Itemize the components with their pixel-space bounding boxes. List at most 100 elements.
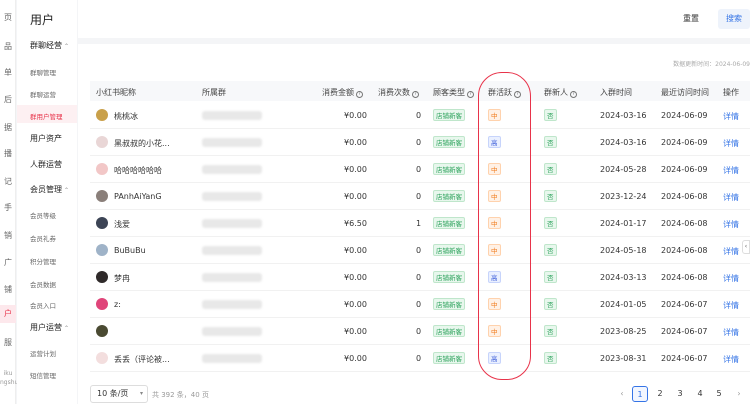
avatar: [96, 109, 108, 121]
rail-item[interactable]: 单: [0, 67, 16, 78]
rail-item[interactable]: 服: [0, 337, 16, 348]
page-button[interactable]: 4: [692, 386, 708, 402]
nickname-cell: 桃桃冰: [114, 112, 138, 121]
rail-footer-text: ngshu: [0, 379, 19, 386]
table-row[interactable]: BuBuBu ¥0.00 0 店铺新客中否 2024-05-18 2024-06-08 详情: [90, 237, 750, 264]
amount-cell: ¥0.00: [344, 354, 367, 363]
sidebar-item-op-plan[interactable]: 运营计划: [30, 348, 56, 358]
customer-type-tag: 店铺新客: [433, 298, 465, 310]
rail-item[interactable]: 品: [0, 41, 16, 52]
prev-page-button[interactable]: ‹: [614, 386, 630, 402]
sidebar-item-chat-operate[interactable]: 群聊运营: [30, 89, 56, 99]
sidebar-group-label: 用户运营: [30, 323, 62, 332]
joined-date-cell: 2023-12-24: [600, 192, 647, 201]
page-button[interactable]: 1: [632, 386, 648, 402]
table-row[interactable]: PAnhAiYanG ¥0.00 0 店铺新客中否 2023-12-24 2024-06-…: [90, 183, 750, 210]
sidebar-group-label: 会员管理: [30, 185, 62, 194]
sidebar-group-label: 群聊经营: [30, 41, 62, 50]
sidebar-group-membership[interactable]: 会员管理 ⌃: [30, 184, 69, 195]
search-button[interactable]: 搜索: [718, 9, 750, 29]
visited-date-cell: 2024-06-08: [661, 192, 708, 201]
detail-link[interactable]: 详情: [723, 246, 739, 257]
detail-link[interactable]: 详情: [723, 219, 739, 230]
count-cell: 0: [416, 246, 422, 255]
rail-item-users[interactable]: 户: [0, 305, 16, 323]
table-row[interactable]: 桃桃冰 ¥0.00 0 店铺新客中否 2024-03-16 2024-06-09 详情: [90, 102, 750, 129]
table-row[interactable]: 黑叔叔的小花... ¥0.00 0 店铺新客高否 2024-03-16 2024-06-0…: [90, 129, 750, 156]
detail-link[interactable]: 详情: [723, 192, 739, 203]
detail-link[interactable]: 详情: [723, 165, 739, 176]
newcomer-tag: 否: [544, 298, 557, 310]
detail-link[interactable]: 详情: [723, 111, 739, 122]
sidebar-item-sms[interactable]: 短信管理: [30, 370, 56, 380]
help-icon[interactable]: ?: [467, 91, 474, 98]
count-cell: 0: [416, 273, 422, 282]
rail-item[interactable]: 后: [0, 94, 16, 105]
column-header-actions: 操作: [723, 88, 739, 97]
nickname-cell: PAnhAiYanG: [114, 192, 162, 201]
group-name-redacted: [202, 300, 262, 309]
detail-link[interactable]: 详情: [723, 138, 739, 149]
customer-type-tag: 店铺新客: [433, 271, 465, 283]
data-updated-time: 数据更新时间：2024-06-09: [673, 61, 750, 68]
total-count: 共 392 条，40 页: [152, 391, 209, 399]
sidebar-item-chat-users[interactable]: 群用户管理: [30, 111, 63, 121]
sidebar-group-chat-ops[interactable]: 群聊经营 ⌃: [30, 40, 69, 51]
amount-cell: ¥0.00: [344, 165, 367, 174]
rail-item[interactable]: 播: [0, 148, 16, 159]
sidebar-item-chat-manage[interactable]: 群聊管理: [30, 67, 56, 77]
table-row[interactable]: z: ¥0.00 0 店铺新客中否 2024-01-05 2024-06-07 详情: [90, 291, 750, 318]
sidebar-group-user-ops[interactable]: 用户运营 ⌃: [30, 322, 69, 333]
detail-link[interactable]: 详情: [723, 354, 739, 365]
joined-date-cell: 2024-03-16: [600, 138, 647, 147]
nickname-cell: BuBuBu: [114, 246, 146, 255]
visited-date-cell: 2024-06-09: [661, 138, 708, 147]
help-icon[interactable]: ?: [412, 91, 419, 98]
page-button[interactable]: 2: [652, 386, 668, 402]
page-size-select[interactable]: 10 条/页 ▾: [90, 385, 148, 403]
sidebar-group-user-assets[interactable]: 用户资产: [30, 133, 62, 144]
rail-item[interactable]: 据: [0, 122, 16, 133]
next-page-button[interactable]: ›: [731, 386, 747, 402]
sidebar-item-points[interactable]: 积分管理: [30, 256, 56, 266]
page-button[interactable]: 5: [711, 386, 727, 402]
help-icon[interactable]: ?: [356, 91, 363, 98]
nickname-cell: 哈哈哈哈哈哈: [114, 166, 162, 175]
group-name-redacted: [202, 246, 262, 255]
column-header-amount: 消费金额?: [322, 87, 363, 98]
detail-link[interactable]: 详情: [723, 327, 739, 338]
table-row[interactable]: 梦冉 ¥0.00 0 店铺新客高否 2024-03-13 2024-06-08 详情: [90, 264, 750, 291]
rail-item[interactable]: 广: [0, 257, 16, 268]
newcomer-tag: 否: [544, 352, 557, 364]
rail-item[interactable]: 记: [0, 176, 16, 187]
table-row[interactable]: 丢丢（评论被... ¥0.00 0 店铺新客高否 2023-08-31 2024-06-0…: [90, 345, 750, 372]
detail-link[interactable]: 详情: [723, 273, 739, 284]
rail-item[interactable]: 销: [0, 230, 16, 241]
sidebar-item-member-entry[interactable]: 会员入口: [30, 300, 56, 310]
sidebar-item-member-level[interactable]: 会员等级: [30, 210, 56, 220]
reset-button[interactable]: 重置: [676, 9, 706, 29]
newcomer-tag: 否: [544, 109, 557, 121]
help-icon[interactable]: ?: [570, 91, 577, 98]
table-row[interactable]: 哈哈哈哈哈哈 ¥0.00 0 店铺新客中否 2024-05-28 2024-06-09 详情: [90, 156, 750, 183]
detail-link[interactable]: 详情: [723, 300, 739, 311]
rail-item[interactable]: 页: [0, 12, 16, 23]
rail-item[interactable]: 铺: [0, 284, 16, 295]
chevron-down-icon: ▾: [139, 390, 143, 397]
collapse-panel-icon[interactable]: ‹: [742, 240, 750, 254]
customer-type-tag: 店铺新客: [433, 325, 465, 337]
amount-cell: ¥0.00: [344, 300, 367, 309]
rail-item[interactable]: 手: [0, 202, 16, 213]
table-row[interactable]: ¥0.00 0 店铺新客中否 2023-08-25 2024-06-07 详情: [90, 318, 750, 345]
table-row[interactable]: 浅爱 ¥6.50 1 店铺新客中否 2024-01-17 2024-06-08 详情: [90, 210, 750, 237]
nickname-cell: 梦冉: [114, 274, 130, 283]
page-button[interactable]: 3: [672, 386, 688, 402]
sidebar-item-member-coupon[interactable]: 会员礼券: [30, 233, 56, 243]
sidebar-group-crowd-ops[interactable]: 人群运营: [30, 159, 62, 170]
sidebar-item-member-data[interactable]: 会员数据: [30, 279, 56, 289]
customer-type-tag: 店铺新客: [433, 163, 465, 175]
newcomer-tag: 否: [544, 136, 557, 148]
avatar: [96, 244, 108, 256]
joined-date-cell: 2024-03-13: [600, 273, 647, 282]
table-header: 小红书昵称 所属群 消费金额? 消费次数? 顾客类型? 群活跃? 群新人? 入群…: [90, 81, 750, 101]
